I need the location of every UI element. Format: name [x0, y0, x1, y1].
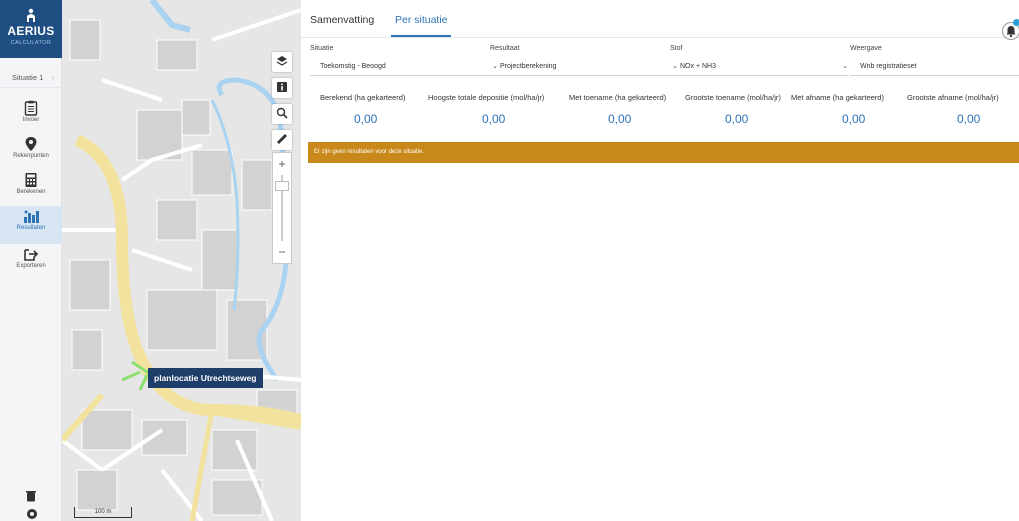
logo-title: AERIUS	[7, 24, 55, 38]
search-button[interactable]	[272, 104, 292, 124]
map-scale-bar: 100 m	[74, 507, 132, 518]
tab-samenvatting[interactable]: Samenvatting	[310, 14, 374, 26]
metric-label-hoogste-depositie: Hoogste totale depositie (mol/ha/jr)	[428, 93, 545, 102]
clipboard-icon	[24, 100, 38, 116]
filter-label-stof: Stof	[670, 45, 683, 52]
info-icon	[277, 82, 287, 92]
chevron-right-icon: ›	[51, 73, 55, 82]
situatie-select-value: Toekomstig - Beoogd	[320, 63, 386, 70]
no-results-banner: Er zijn geen resultaten voor deze situat…	[308, 142, 1019, 163]
sidebar-item-rekenpunten[interactable]: Rekenpunten	[0, 134, 62, 172]
sidebar-item-resultaten[interactable]: Resultaten	[0, 206, 62, 244]
sidebar-item-label: Exporteren	[16, 263, 46, 269]
sidebar-item-label: Invoer	[22, 117, 40, 123]
filter-label-weergave: Weergave	[850, 45, 882, 52]
map-tiles	[62, 0, 301, 521]
stof-select-value: NOx + NH3	[680, 63, 716, 70]
logo-subtitle: CALCULATOR	[10, 40, 52, 46]
stof-select[interactable]: NOx + NH3 ⌄	[670, 58, 848, 76]
metric-value-met-toename: 0,00	[608, 112, 632, 126]
resultaat-select-value: Projectberekening	[500, 63, 557, 70]
zoom-slider-handle[interactable]	[275, 181, 289, 191]
metric-label-berekend: Berekend (ha gekarteerd)	[320, 93, 406, 102]
zoom-control: + −	[272, 152, 292, 264]
search-icon	[276, 107, 288, 119]
tab-per-situatie[interactable]: Per situatie	[395, 14, 448, 26]
trash-icon[interactable]	[26, 489, 36, 507]
notification-badge	[1013, 19, 1019, 26]
resultaat-select[interactable]: Projectberekening ⌄	[490, 58, 678, 76]
sidebar-item-berekenen[interactable]: Berekenen	[0, 170, 62, 208]
sidebar-item-invoer[interactable]: Invoer	[0, 98, 62, 136]
weergave-select-value: Wnb registratieset	[860, 63, 917, 70]
situation-switcher[interactable]: Situatie 1 ›	[0, 68, 62, 88]
metric-value-met-afname: 0,00	[842, 112, 866, 126]
sidebar-item-exporteren[interactable]: Exporteren	[0, 244, 62, 282]
layers-button[interactable]	[272, 52, 292, 72]
measure-button[interactable]	[272, 130, 292, 150]
info-button[interactable]	[272, 78, 292, 98]
app-root: AERIUS CALCULATOR Situatie 1 › Invoer Re…	[0, 0, 1019, 521]
zoom-out-button[interactable]: −	[273, 243, 291, 261]
metric-value-berekend: 0,00	[354, 112, 378, 126]
metric-label-grootste-toename: Grootste toename (mol/ha/jr)	[685, 93, 781, 102]
tabbar-divider	[301, 37, 1019, 38]
chevron-down-icon: ⌄	[842, 63, 848, 70]
results-tabs: Samenvatting Per situatie	[301, 14, 1019, 37]
aerius-logo-icon	[26, 8, 36, 22]
aerius-logo[interactable]: AERIUS CALCULATOR	[0, 0, 62, 58]
metric-value-grootste-toename: 0,00	[725, 112, 749, 126]
calculator-icon	[25, 173, 37, 187]
weergave-select[interactable]: Wnb registratieset	[850, 58, 1019, 76]
metric-label-met-afname: Met afname (ha gekarteerd)	[791, 93, 884, 102]
metric-value-grootste-afname: 0,00	[957, 112, 981, 126]
settings-icon[interactable]	[26, 507, 38, 521]
situation-switcher-label: Situatie 1	[12, 73, 44, 82]
metric-label-met-toename: Met toename (ha gekarteerd)	[569, 93, 667, 102]
sidebar-item-label: Rekenpunten	[13, 153, 49, 159]
filter-label-situatie: Situatie	[310, 45, 334, 52]
layers-icon	[276, 56, 288, 66]
map-view[interactable]: + − planlocatie Utrechtseweg 100 m	[62, 0, 301, 521]
metric-label-grootste-afname: Grootste afname (mol/ha/jr)	[907, 93, 999, 102]
results-panel: Samenvatting Per situatie Situatie Toeko…	[301, 0, 1019, 521]
results-chart-icon	[24, 210, 39, 223]
metric-value-hoogste-depositie: 0,00	[482, 112, 506, 126]
map-pin-icon	[25, 137, 37, 151]
ruler-icon	[277, 134, 287, 144]
export-icon	[24, 249, 39, 261]
situatie-select[interactable]: Toekomstig - Beoogd ⌄	[310, 58, 498, 76]
sidebar-item-label: Berekenen	[16, 189, 46, 195]
zoom-in-button[interactable]: +	[273, 155, 291, 173]
filter-label-resultaat: Resultaat	[490, 45, 520, 52]
plan-location-label: planlocatie Utrechtseweg	[148, 368, 263, 388]
sidebar: AERIUS CALCULATOR Situatie 1 › Invoer Re…	[0, 0, 62, 521]
sidebar-item-label: Resultaten	[16, 225, 46, 231]
